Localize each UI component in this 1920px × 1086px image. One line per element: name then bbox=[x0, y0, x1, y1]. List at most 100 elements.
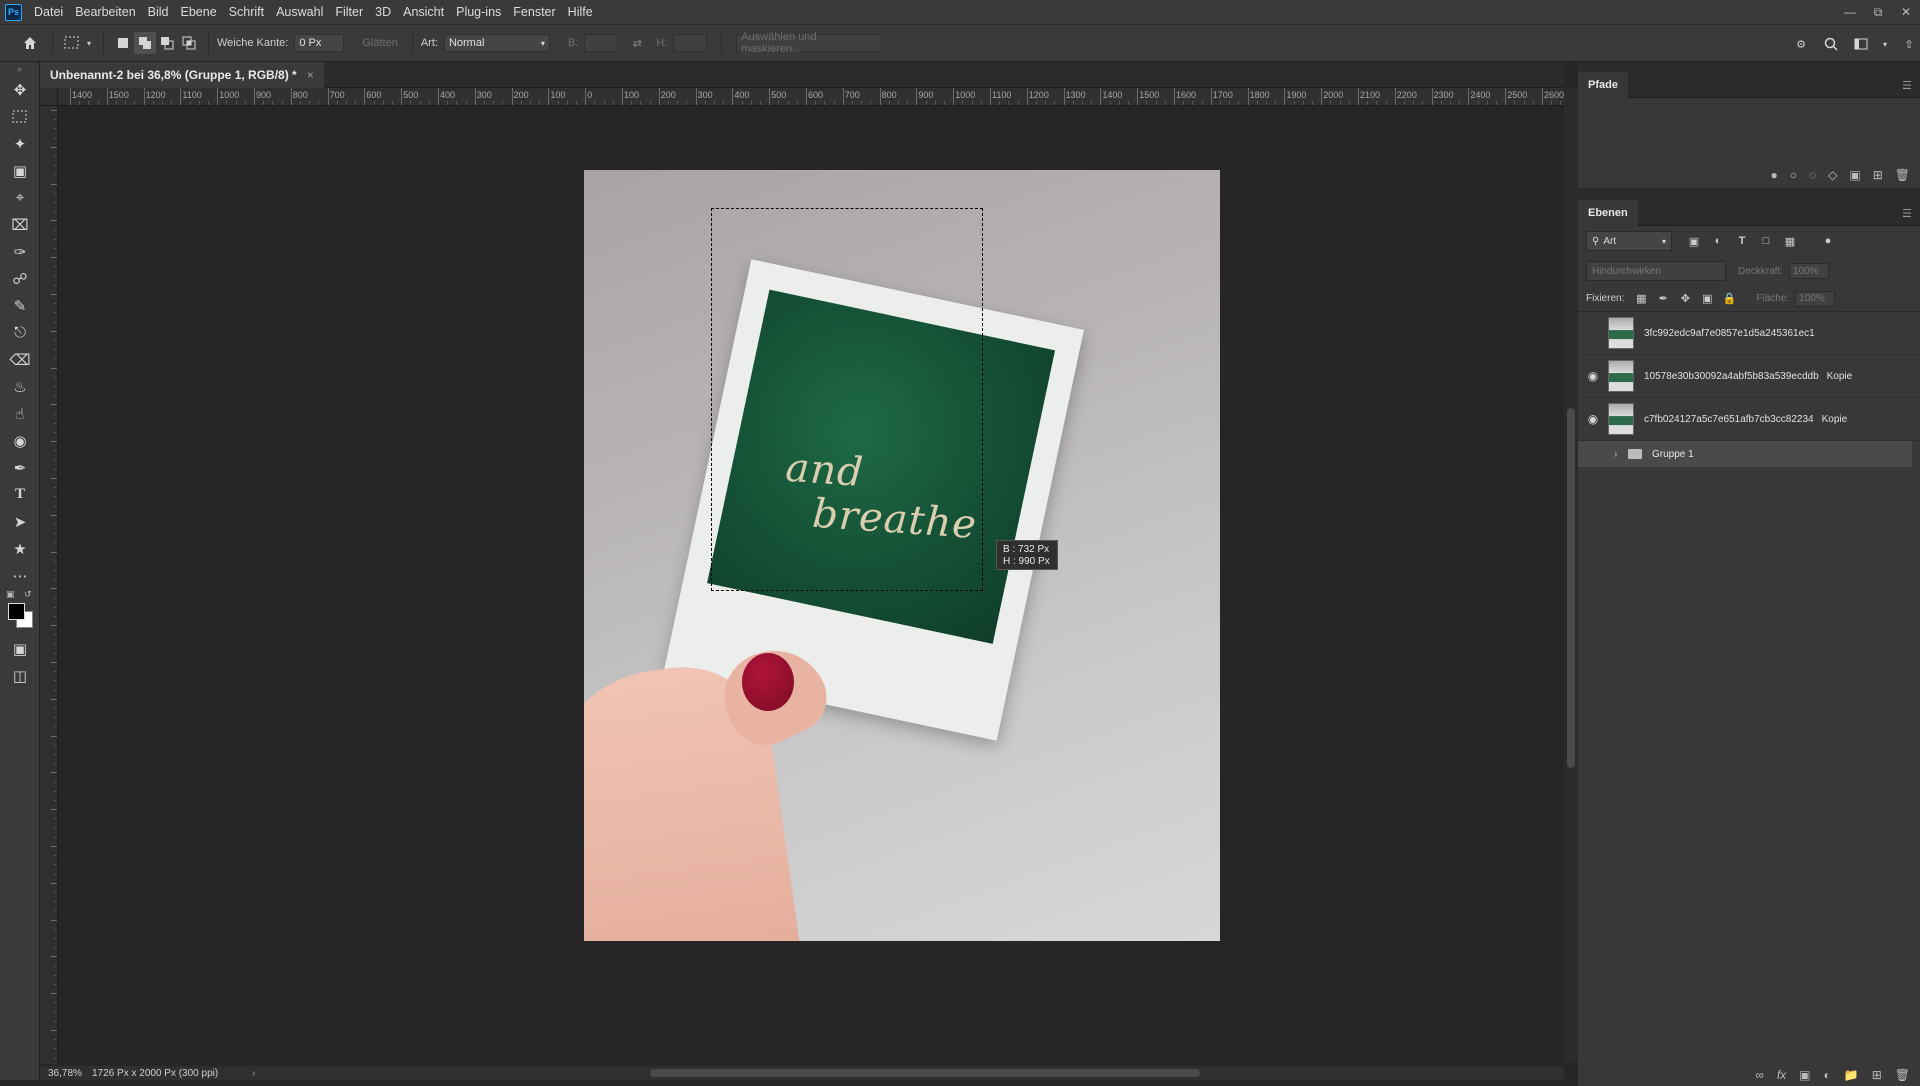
stroke-path-icon[interactable]: ○ bbox=[1790, 168, 1797, 182]
filter-toggle-icon[interactable]: ● bbox=[1816, 235, 1840, 247]
eraser-tool-icon[interactable]: ⌫ bbox=[0, 346, 40, 373]
search-icon[interactable] bbox=[1820, 33, 1842, 55]
menu-bild[interactable]: Bild bbox=[142, 0, 175, 24]
opacity-input[interactable]: 100% bbox=[1789, 263, 1830, 279]
eye-icon[interactable]: ◉ bbox=[1578, 412, 1608, 426]
add-to-selection-icon[interactable] bbox=[134, 32, 156, 54]
home-icon[interactable] bbox=[16, 32, 44, 54]
path-selection-tool-icon[interactable]: ➤ bbox=[0, 508, 40, 535]
panel-menu-icon[interactable]: ☰ bbox=[1902, 207, 1912, 220]
panel-dock-handle[interactable] bbox=[1578, 62, 1920, 72]
lasso-tool-icon[interactable]: ✦ bbox=[0, 130, 40, 157]
height-input[interactable] bbox=[673, 34, 708, 52]
screen-mode-icon[interactable]: ◫ bbox=[0, 662, 40, 689]
default-colors-icon[interactable]: ▣ bbox=[6, 589, 15, 600]
style-select[interactable]: Normal ▾ bbox=[443, 34, 550, 52]
type-tool-icon[interactable]: T bbox=[0, 481, 40, 508]
vertical-ruler[interactable] bbox=[40, 106, 58, 1064]
chevron-down-icon[interactable]: ▾ bbox=[83, 32, 95, 54]
close-tab-icon[interactable]: × bbox=[307, 68, 314, 82]
restore-icon[interactable]: ⧉ bbox=[1864, 0, 1892, 24]
tab-layers[interactable]: Ebenen bbox=[1578, 199, 1638, 226]
menu-ebene[interactable]: Ebene bbox=[175, 0, 223, 24]
filter-pixel-layers-icon[interactable]: ▣ bbox=[1682, 235, 1706, 248]
object-selection-tool-icon[interactable]: ▣ bbox=[0, 157, 40, 184]
workspace-icon[interactable] bbox=[1850, 33, 1872, 55]
intersect-selection-icon[interactable] bbox=[178, 32, 200, 54]
minimize-icon[interactable]: — bbox=[1836, 0, 1864, 24]
brush-tool-icon[interactable]: ✎ bbox=[0, 292, 40, 319]
layer-group-row[interactable]: › Gruppe 1 bbox=[1578, 441, 1912, 467]
swap-colors-icon[interactable]: ↺ bbox=[24, 589, 32, 600]
vertical-scrollbar[interactable] bbox=[1564, 88, 1578, 1062]
dodge-tool-icon[interactable]: ◉ bbox=[0, 427, 40, 454]
layer-row[interactable]: ◉ 3fc992edc9af7e0857e1d5a245361ec1 bbox=[1578, 312, 1920, 355]
width-input[interactable] bbox=[584, 34, 619, 52]
horizontal-ruler[interactable]: 1400 1500 1200 1100 1000 900 800 700 600 500 400 30… bbox=[58, 88, 1564, 106]
filter-type-layers-icon[interactable]: T bbox=[1730, 235, 1754, 247]
feather-input[interactable]: 0 Px bbox=[294, 34, 345, 52]
add-mask-icon[interactable]: ▣ bbox=[1849, 168, 1860, 182]
antialias-checkbox-label[interactable]: Glätten bbox=[362, 37, 397, 49]
cloud-sync-icon[interactable]: ⚙ bbox=[1790, 33, 1812, 55]
visibility-toggle-off[interactable]: ◉ bbox=[1578, 326, 1608, 340]
fill-input[interactable]: 100% bbox=[1795, 290, 1836, 307]
select-and-mask-button[interactable]: Auswählen und maskieren... bbox=[736, 31, 883, 55]
rectangular-marquee-preset-icon[interactable] bbox=[61, 32, 83, 54]
lock-image-pixels-icon[interactable]: ✒ bbox=[1652, 292, 1674, 305]
rectangular-marquee-tool-icon[interactable] bbox=[0, 103, 40, 130]
filter-adjustment-layers-icon[interactable]: ◐ bbox=[1706, 235, 1730, 247]
filter-shape-layers-icon[interactable]: □ bbox=[1754, 235, 1778, 247]
menu-bearbeiten[interactable]: Bearbeiten bbox=[69, 0, 141, 24]
tab-paths[interactable]: Pfade bbox=[1578, 71, 1628, 98]
menu-plugins[interactable]: Plug-ins bbox=[450, 0, 507, 24]
lock-transparent-pixels-icon[interactable]: ▦ bbox=[1630, 292, 1652, 305]
move-tool-icon[interactable]: ✥ bbox=[0, 76, 40, 103]
load-path-as-selection-icon[interactable]: ◌ bbox=[1809, 168, 1816, 182]
zoom-level[interactable]: 36,78% bbox=[40, 1068, 92, 1079]
status-menu-arrow-icon[interactable]: › bbox=[252, 1068, 272, 1079]
quick-mask-icon[interactable]: ▣ bbox=[0, 635, 40, 662]
foreground-color-swatch[interactable] bbox=[8, 603, 25, 620]
layer-row[interactable]: ◉ 10578e30b30092a4abf5b83a539ecddb Kopie bbox=[1578, 355, 1920, 398]
horizontal-scrollbar-thumb[interactable] bbox=[650, 1069, 1200, 1077]
eyedropper-tool-icon[interactable]: ✑ bbox=[0, 238, 40, 265]
smudge-tool-icon[interactable]: ☝ bbox=[0, 400, 40, 427]
make-work-path-icon[interactable]: ◇ bbox=[1828, 168, 1837, 182]
lock-artboard-icon[interactable]: ▣ bbox=[1696, 292, 1718, 305]
close-icon[interactable]: ✕ bbox=[1892, 0, 1920, 24]
lock-all-icon[interactable]: 🔒 bbox=[1718, 292, 1740, 305]
toolbar-collapse-icon[interactable]: » bbox=[0, 62, 39, 76]
menu-fenster[interactable]: Fenster bbox=[507, 0, 561, 24]
document-tab[interactable]: Unbenannt-2 bei 36,8% (Gruppe 1, RGB/8) … bbox=[40, 62, 324, 88]
menu-ansicht[interactable]: Ansicht bbox=[397, 0, 450, 24]
menu-3d[interactable]: 3D bbox=[369, 0, 397, 24]
shape-tool-icon[interactable]: ★ bbox=[0, 535, 40, 562]
share-icon[interactable]: ⇧ bbox=[1898, 33, 1920, 55]
pen-tool-icon[interactable]: ✒ bbox=[0, 454, 40, 481]
more-tools-icon[interactable]: ⋯ bbox=[0, 562, 40, 589]
clone-stamp-tool-icon[interactable]: ⎋ bbox=[0, 319, 40, 346]
crop-tool-icon[interactable]: ⌖ bbox=[0, 184, 40, 211]
swap-width-height-icon[interactable]: ⇄ bbox=[626, 32, 648, 54]
panel-menu-icon[interactable]: ☰ bbox=[1902, 79, 1912, 92]
lock-position-icon[interactable]: ✥ bbox=[1674, 292, 1696, 305]
subtract-from-selection-icon[interactable] bbox=[156, 32, 178, 54]
chevron-down-icon[interactable]: ▾ bbox=[1880, 33, 1890, 55]
menu-auswahl[interactable]: Auswahl bbox=[270, 0, 329, 24]
paint-bucket-tool-icon[interactable]: ♨ bbox=[0, 373, 40, 400]
chevron-right-icon[interactable]: › bbox=[1614, 449, 1628, 460]
layer-row[interactable]: ◉ c7fb024127a5c7e651afb7cb3cc82234 Kopie bbox=[1578, 398, 1920, 441]
selection-marquee[interactable] bbox=[711, 208, 983, 591]
frame-tool-icon[interactable]: ⌧ bbox=[0, 211, 40, 238]
fill-path-icon[interactable]: ● bbox=[1770, 168, 1777, 182]
delete-path-icon[interactable]: 🗑 bbox=[1895, 168, 1910, 182]
eye-icon[interactable]: ◉ bbox=[1578, 369, 1608, 383]
healing-brush-tool-icon[interactable]: ☍ bbox=[0, 265, 40, 292]
menu-hilfe[interactable]: Hilfe bbox=[562, 0, 599, 24]
menu-datei[interactable]: Datei bbox=[28, 0, 69, 24]
new-path-icon[interactable]: ⊞ bbox=[1873, 168, 1883, 182]
vertical-scrollbar-thumb[interactable] bbox=[1567, 408, 1575, 768]
new-selection-icon[interactable] bbox=[112, 32, 134, 54]
layer-filter-select[interactable]: ⚲ Art ▾ bbox=[1586, 231, 1672, 251]
